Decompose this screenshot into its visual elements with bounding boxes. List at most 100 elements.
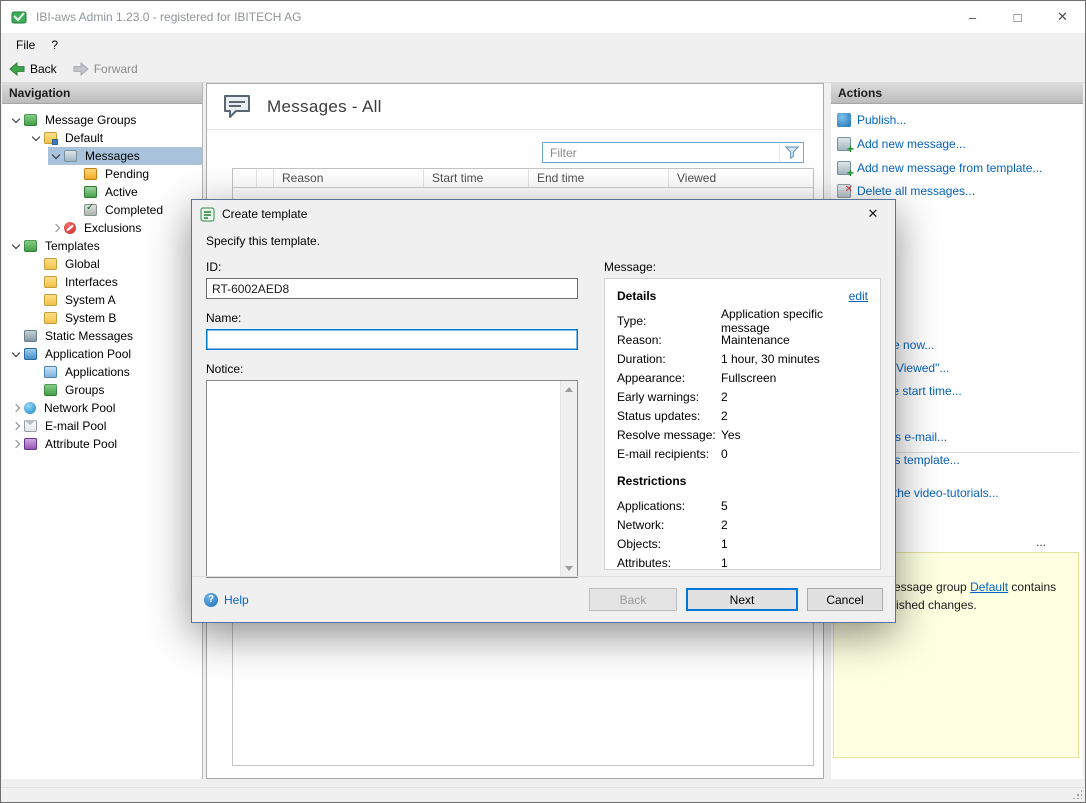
static-messages-icon xyxy=(24,330,37,342)
action-publish[interactable]: Publish... xyxy=(837,111,1081,128)
add-from-template-icon xyxy=(837,161,851,175)
name-label: Name: xyxy=(206,311,578,325)
tree-item-application-pool[interactable]: Application Pool xyxy=(8,345,202,363)
filter-box xyxy=(542,142,804,163)
create-template-dialog: Create template ✕ Specify this template.… xyxy=(191,199,896,623)
forward-button[interactable]: Forward xyxy=(73,62,138,76)
tree-item-message-groups[interactable]: Message Groups xyxy=(8,111,202,129)
tree-item-templates[interactable]: Templates xyxy=(8,237,202,255)
chevron-expanded-icon[interactable] xyxy=(8,112,24,128)
dialog-close-button[interactable]: ✕ xyxy=(852,201,894,227)
menu-file[interactable]: File xyxy=(8,35,43,55)
tree-item-completed[interactable]: Completed xyxy=(68,201,202,219)
tree-item-system-a[interactable]: System A xyxy=(28,291,202,309)
column-icon[interactable] xyxy=(233,169,257,187)
id-input[interactable] xyxy=(206,278,578,299)
chevron-collapsed-icon[interactable] xyxy=(8,418,24,434)
column-start-time[interactable]: Start time xyxy=(424,169,529,187)
close-button[interactable]: ✕ xyxy=(1040,1,1085,33)
tree-item-messages[interactable]: Messages xyxy=(48,147,202,165)
email-pool-icon xyxy=(24,420,37,432)
network-pool-icon xyxy=(24,402,36,414)
tree-item-default[interactable]: Default xyxy=(28,129,202,147)
chevron-placeholder xyxy=(28,382,44,398)
action-add-from-template[interactable]: Add new message from template... xyxy=(837,159,1081,176)
chevron-collapsed-icon[interactable] xyxy=(8,400,24,416)
navigation-header: Navigation xyxy=(2,83,202,104)
page-title-row: Messages - All xyxy=(207,84,823,130)
folder-icon xyxy=(44,258,57,270)
details-header: Details xyxy=(617,289,656,303)
summary-row: Resolve message: Yes xyxy=(617,425,868,444)
tree-item-pending[interactable]: Pending xyxy=(68,165,202,183)
summary-row: Objects: 1 xyxy=(617,534,868,553)
chevron-expanded-icon[interactable] xyxy=(8,346,24,362)
chevron-placeholder xyxy=(28,256,44,272)
chevron-collapsed-icon[interactable] xyxy=(48,220,64,236)
tree-item-email-pool[interactable]: E-mail Pool xyxy=(8,417,202,435)
name-input[interactable] xyxy=(206,329,578,350)
chevron-expanded-icon[interactable] xyxy=(8,238,24,254)
page-title: Messages - All xyxy=(267,97,382,117)
active-icon xyxy=(84,186,97,198)
chevron-expanded-icon[interactable] xyxy=(28,130,44,146)
back-arrow-icon xyxy=(9,62,25,76)
minimize-button[interactable]: – xyxy=(950,1,995,33)
next-button[interactable]: Next xyxy=(686,588,798,611)
tree-item-static-messages[interactable]: Static Messages xyxy=(8,327,202,345)
dialog-body: Specify this template. ID: Name: Notice: xyxy=(192,228,895,576)
id-label: ID: xyxy=(206,260,578,274)
tree-item-exclusions[interactable]: Exclusions xyxy=(48,219,202,237)
action-add-new-message[interactable]: Add new message... xyxy=(837,135,1081,152)
publish-icon xyxy=(837,113,851,127)
column-reason[interactable]: Reason xyxy=(274,169,424,187)
column-viewed[interactable]: Viewed xyxy=(669,169,813,187)
back-dialog-button[interactable]: Back xyxy=(589,588,677,611)
tree-item-attribute-pool[interactable]: Attribute Pool xyxy=(8,435,202,453)
cancel-button[interactable]: Cancel xyxy=(807,588,883,611)
tree-item-applications[interactable]: Applications xyxy=(28,363,202,381)
filter-funnel-icon[interactable] xyxy=(779,143,803,162)
summary-row: Type: Application specific message xyxy=(617,311,868,330)
tree-item-network-pool[interactable]: Network Pool xyxy=(8,399,202,417)
folder-icon xyxy=(44,294,57,306)
tree-item-interfaces[interactable]: Interfaces xyxy=(28,273,202,291)
chevron-collapsed-icon[interactable] xyxy=(8,436,24,452)
tree-item-global[interactable]: Global xyxy=(28,255,202,273)
help-link[interactable]: ? Help xyxy=(204,593,249,607)
summary-row: Network: 2 xyxy=(617,515,868,534)
scroll-down-icon[interactable] xyxy=(565,566,573,571)
scrollbar[interactable] xyxy=(560,381,577,577)
pending-icon xyxy=(84,168,97,180)
back-button[interactable]: Back xyxy=(9,62,57,76)
summary-row: E-mail recipients: 0 xyxy=(617,444,868,463)
scroll-up-icon[interactable] xyxy=(565,387,573,392)
maximize-button[interactable]: □ xyxy=(995,1,1040,33)
column-end-time[interactable]: End time xyxy=(529,169,669,187)
chevron-placeholder xyxy=(68,166,84,182)
help-icon: ? xyxy=(204,593,218,607)
edit-link[interactable]: edit xyxy=(849,289,868,303)
chevron-expanded-icon[interactable] xyxy=(48,148,64,164)
table-header: Reason Start time End time Viewed xyxy=(233,169,813,188)
chevron-placeholder xyxy=(28,274,44,290)
navigation-tree: Message Groups Default Messages Pending … xyxy=(2,111,202,453)
folder-icon xyxy=(44,312,57,324)
template-dialog-icon xyxy=(200,207,215,222)
default-group-link[interactable]: Default xyxy=(970,580,1008,594)
notice-textarea[interactable] xyxy=(207,381,560,577)
forward-arrow-icon xyxy=(73,62,89,76)
tree-item-system-b[interactable]: System B xyxy=(28,309,202,327)
filter-input[interactable] xyxy=(543,143,779,162)
folder-icon xyxy=(44,276,57,288)
menu-help[interactable]: ? xyxy=(43,35,66,55)
restrictions-header: Restrictions xyxy=(617,474,868,488)
column-flag[interactable] xyxy=(257,169,274,187)
resize-grip[interactable] xyxy=(1072,789,1082,799)
tree-item-active[interactable]: Active xyxy=(68,183,202,201)
tree-item-groups[interactable]: Groups xyxy=(28,381,202,399)
action-delete-all-messages[interactable]: Delete all messages... xyxy=(837,182,1081,199)
messages-page-icon xyxy=(222,94,252,120)
forward-label: Forward xyxy=(94,62,138,76)
titlebar: IBI-aws Admin 1.23.0 - registered for IB… xyxy=(1,1,1085,33)
